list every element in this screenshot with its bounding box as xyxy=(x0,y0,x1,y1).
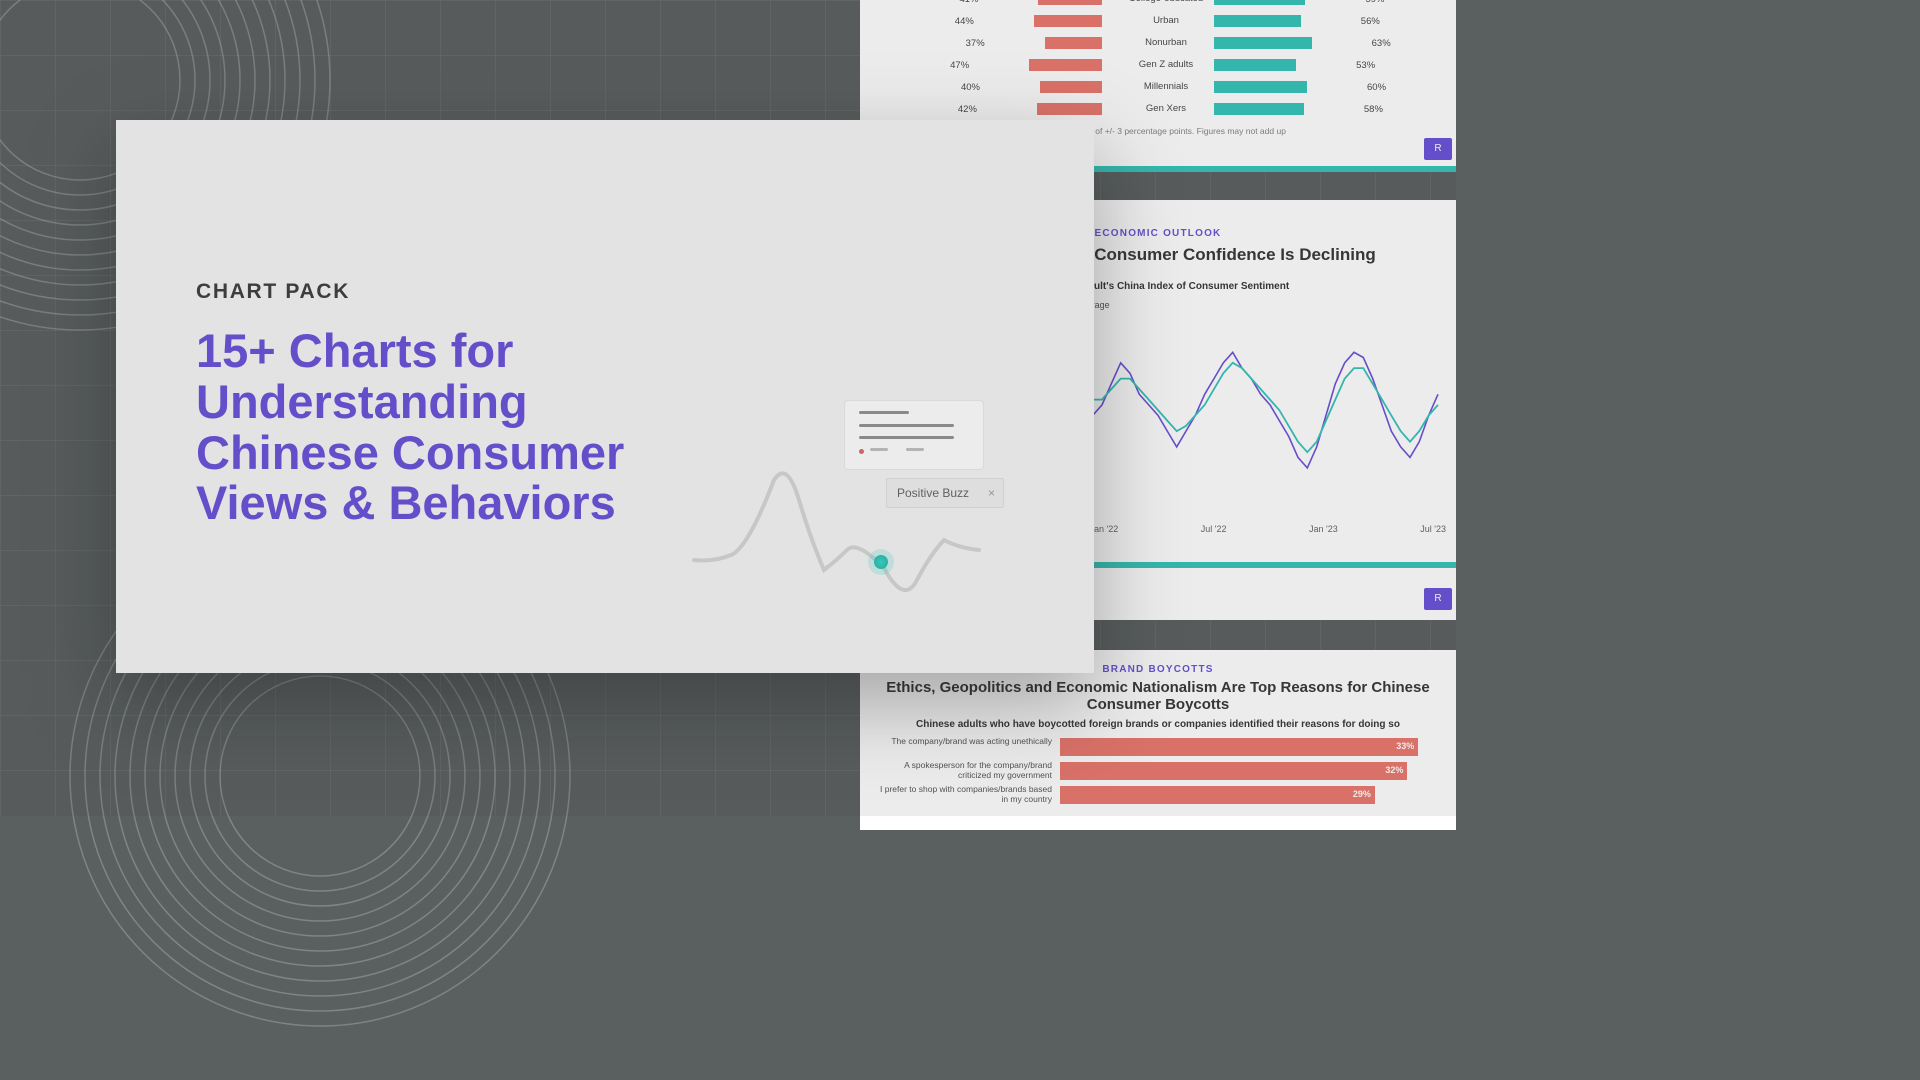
diverging-bar-row: 41%College-educated59% xyxy=(868,0,1448,10)
boycott-reason-bar: The company/brand was acting unethically… xyxy=(1060,738,1446,758)
panel2-cta-button[interactable]: R xyxy=(1424,588,1452,610)
diverging-bar-row: 40%Millennials60% xyxy=(868,78,1448,98)
pulse-dot-icon xyxy=(874,555,888,569)
eyebrow: CHART PACK xyxy=(196,280,1014,304)
panel-brand-boycotts: BRAND BOYCOTTS Ethics, Geopolitics and E… xyxy=(860,650,1456,830)
panel1-cta-button[interactable]: R xyxy=(1424,138,1452,160)
hero-card: CHART PACK 15+ Charts for Understanding … xyxy=(116,120,1094,673)
diverging-bar-row: 47%Gen Z adults53% xyxy=(868,56,1448,76)
boycott-reason-bar: A spokesperson for the company/brand cri… xyxy=(1060,762,1446,782)
diverging-bar-row: 37%Nonurban63% xyxy=(868,34,1448,54)
section-title: Ethics, Geopolitics and Economic Nationa… xyxy=(860,675,1456,713)
chart-subtitle: Chinese adults who have boycotted foreig… xyxy=(860,713,1456,730)
diverging-bar-row: 44%Urban56% xyxy=(868,12,1448,32)
wave-line-icon xyxy=(689,440,989,610)
diverging-bar-row: 42%Gen Xers58% xyxy=(868,100,1448,120)
hero-title: 15+ Charts for Understanding Chinese Con… xyxy=(196,326,656,529)
boycott-reason-bar: I prefer to shop with companies/brands b… xyxy=(1060,786,1446,806)
illustration: Positive Buzz xyxy=(689,380,1039,640)
